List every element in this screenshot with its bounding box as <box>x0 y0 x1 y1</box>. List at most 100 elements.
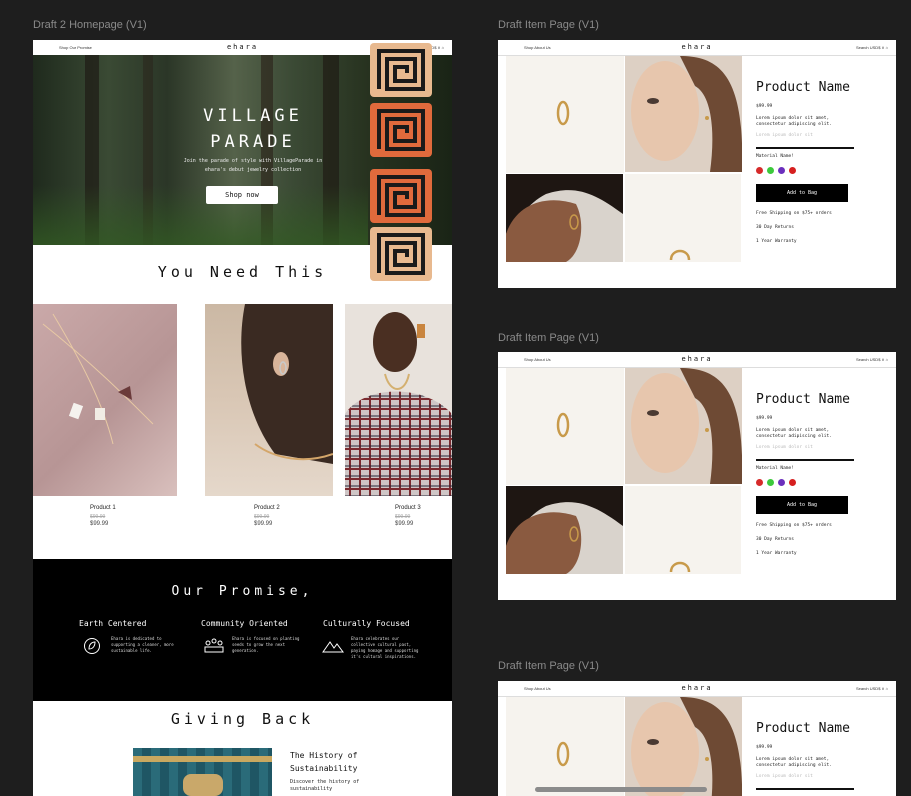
hoop-earring <box>669 561 691 572</box>
product-name: Product Name <box>756 721 850 736</box>
homepage-frame: Shop Our Promise ehara Search USD$ ∨ ⌂ V… <box>33 40 452 796</box>
item-nav-right[interactable]: Search USD$ ∨ ⌂ <box>856 357 888 362</box>
product-description: Lorem ipsum dolor sit amet, consectetur … <box>756 428 832 439</box>
face-image-2[interactable] <box>625 368 742 484</box>
warranty-info: 1 Year Warranty <box>756 551 797 556</box>
product-2-old-price: $99.99 <box>254 514 270 520</box>
face-illustration <box>625 368 742 484</box>
product-faint-text: Lorem ipsum dolor sit <box>756 774 813 779</box>
face-illustration <box>625 697 742 796</box>
hoop-image-2[interactable] <box>625 174 741 262</box>
product-description: Lorem ipsum dolor sit amet, consectetur … <box>756 116 832 127</box>
promise-text-earth: Ehara is dedicated to supporting a clean… <box>111 636 174 653</box>
divider <box>756 147 854 149</box>
product-description: Lorem ipsum dolor sit amet, consectetur … <box>756 757 832 768</box>
material-label: Material Name! <box>756 466 794 471</box>
product-2-image[interactable] <box>205 304 333 496</box>
homepage-frame-label[interactable]: Draft 2 Homepage (V1) <box>33 19 147 31</box>
swatch-green[interactable] <box>767 479 774 486</box>
hoop-earring <box>669 249 691 260</box>
item-frame-label-2[interactable]: Draft Item Page (V1) <box>498 332 599 344</box>
forest-floor <box>33 185 368 245</box>
logo[interactable]: ehara <box>227 43 258 51</box>
item-nav-right[interactable]: Search USD$ ∨ ⌂ <box>856 686 888 691</box>
giving-back-heading[interactable]: The History of Sustainability <box>290 749 370 775</box>
mountain-icon <box>322 641 344 653</box>
side-profile-image-2[interactable] <box>506 486 623 574</box>
product-price: $99.99 <box>756 104 773 109</box>
add-to-bag-button[interactable]: Add to Bag <box>756 184 848 202</box>
product-3-price: $99.99 <box>395 521 414 527</box>
hoop-image-1[interactable] <box>506 368 624 485</box>
you-need-this-title: You Need This <box>157 263 328 281</box>
our-promise-title: Our Promise, <box>171 584 314 599</box>
product-1-image[interactable] <box>33 304 177 496</box>
shop-now-button[interactable]: Shop now <box>206 186 278 204</box>
product-name: Product Name <box>756 80 850 95</box>
hero-banner: VILLAGE PARADE Join the parade of style … <box>33 43 452 281</box>
swatch-red-2[interactable] <box>789 479 796 486</box>
hero-title-line1: VILLAGE <box>203 106 303 126</box>
item-logo[interactable]: ehara <box>681 43 712 51</box>
item-page-frame-1: Shop About Us ehara Search USD$ ∨ ⌂ Prod… <box>498 40 896 288</box>
promise-heading-earth: Earth Centered <box>79 619 147 628</box>
swatch-red-2[interactable] <box>789 167 796 174</box>
swatch-red[interactable] <box>756 167 763 174</box>
side-profile-image-1[interactable] <box>506 174 623 262</box>
item-frame-label-1[interactable]: Draft Item Page (V1) <box>498 19 599 31</box>
shipping-info: Free Shipping on $75+ orders <box>756 211 832 216</box>
product-2-name[interactable]: Product 2 <box>254 505 280 511</box>
product-1-name[interactable]: Product 1 <box>90 505 116 511</box>
item-page-frame-3: Shop About Us ehara Search USD$ ∨ ⌂ Prod… <box>498 681 896 796</box>
item-frame-label-3[interactable]: Draft Item Page (V1) <box>498 660 599 672</box>
promise-text-culture: Ehara celebrates our collective cultural… <box>351 636 419 659</box>
returns-info: 30 Day Returns <box>756 537 794 542</box>
hoop-image-1[interactable] <box>506 697 624 796</box>
warranty-info: 1 Year Warranty <box>756 239 797 244</box>
add-to-bag-button[interactable]: Add to Bag <box>756 496 848 514</box>
leaf-recycle-icon <box>84 638 100 654</box>
item-page-frame-2: Shop About Us ehara Search USD$ ∨ ⌂ Prod… <box>498 352 896 600</box>
hoop-image-2[interactable] <box>625 486 741 574</box>
pattern-tile <box>370 169 432 223</box>
item-nav-1: Shop About Us ehara Search USD$ ∨ ⌂ <box>498 40 896 56</box>
hoop-earring <box>556 741 570 767</box>
product-price: $99.99 <box>756 416 773 421</box>
plaid-jacket-illustration <box>345 304 452 496</box>
product-price: $99.99 <box>756 745 773 750</box>
nav-links[interactable]: Shop Our Promise <box>59 45 92 50</box>
giving-back-image[interactable] <box>133 748 272 796</box>
promise-heading-community: Community Oriented <box>201 619 288 628</box>
hoop-earring <box>556 412 570 438</box>
item-logo[interactable]: ehara <box>681 355 712 363</box>
product-1-price: $99.99 <box>90 521 109 527</box>
hero-title: VILLAGE PARADE <box>183 103 323 155</box>
hero-subtitle: Join the parade of style with VillagePar… <box>183 158 323 173</box>
product-faint-text: Lorem ipsum dolor sit <box>756 445 813 450</box>
item-nav-links[interactable]: Shop About Us <box>524 357 551 362</box>
item-nav-links[interactable]: Shop About Us <box>524 45 551 50</box>
hoop-image-1[interactable] <box>506 56 624 173</box>
face-image-1[interactable] <box>625 56 742 172</box>
item-nav-right[interactable]: Search USD$ ∨ ⌂ <box>856 45 888 50</box>
material-label: Material Name! <box>756 154 794 159</box>
our-promise-section: Our Promise, Earth Centered Ehara is ded… <box>33 559 452 701</box>
hoop-earring <box>556 100 570 126</box>
swatch-purple[interactable] <box>778 167 785 174</box>
swatch-red[interactable] <box>756 479 763 486</box>
item-nav-links[interactable]: Shop About Us <box>524 686 551 691</box>
divider <box>756 788 854 790</box>
swatch-purple[interactable] <box>778 479 785 486</box>
swatch-green[interactable] <box>767 167 774 174</box>
shipping-info: Free Shipping on $75+ orders <box>756 523 832 528</box>
community-icon <box>204 638 224 653</box>
promise-heading-culture: Culturally Focused <box>323 619 410 628</box>
canvas-scrollbar[interactable] <box>535 787 707 792</box>
face-image-3[interactable] <box>625 697 742 796</box>
product-3-name[interactable]: Product 3 <box>395 505 421 511</box>
giving-back-text: Discover the history of sustainability <box>290 779 360 792</box>
item-nav-2: Shop About Us ehara Search USD$ ∨ ⌂ <box>498 352 896 368</box>
item-nav-3: Shop About Us ehara Search USD$ ∨ ⌂ <box>498 681 896 697</box>
product-3-image[interactable] <box>345 304 452 496</box>
item-logo[interactable]: ehara <box>681 684 712 692</box>
